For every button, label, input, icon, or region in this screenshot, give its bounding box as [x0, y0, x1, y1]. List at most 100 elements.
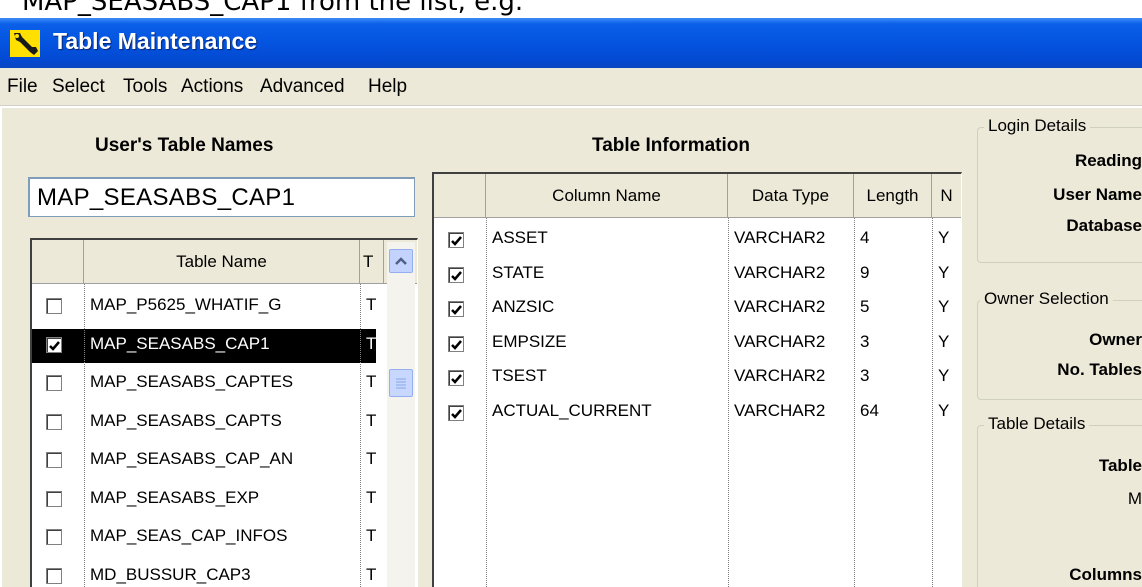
column-name-cell: TSEST [492, 366, 547, 385]
table-info-grid[interactable]: Column Name Data Type Length N ASSET VARC… [432, 172, 962, 587]
table-names-header: Table Name T [32, 240, 417, 284]
column-divider [486, 218, 487, 587]
length-cell: 64 [860, 400, 879, 420]
header-table-name[interactable]: Table Name [84, 240, 360, 284]
menu-advanced[interactable]: Advanced [260, 76, 345, 98]
table-info-header: Column Name Data Type Length N [434, 174, 961, 218]
nullable-cell: Y [938, 366, 950, 385]
row-checkbox[interactable] [448, 335, 464, 352]
data-type-cell: VARCHAR2 [734, 400, 826, 420]
table-type-cell: T [366, 526, 377, 545]
table-type-cell: T [366, 449, 377, 468]
menu-tools[interactable]: Tools [123, 76, 167, 98]
scroll-up-button[interactable] [389, 249, 413, 273]
row-checkbox[interactable] [46, 413, 62, 430]
table-value-label: M [1127, 489, 1142, 508]
column-divider [728, 218, 729, 587]
chevron-up-icon [395, 257, 407, 265]
data-type-cell: VARCHAR2 [734, 262, 826, 282]
menu-file[interactable]: File [7, 76, 38, 98]
checkmark-icon [451, 305, 462, 315]
user-tables-heading: User's Table Names [95, 135, 274, 156]
row-checkbox[interactable] [46, 298, 62, 314]
header-nullable[interactable]: N [932, 174, 961, 218]
length-cell: 3 [860, 366, 870, 385]
row-checkbox[interactable] [448, 301, 464, 317]
length-cell: 9 [860, 262, 870, 282]
title-bar[interactable]: Table Maintenance [0, 18, 1142, 68]
table-label: Table [1098, 456, 1142, 475]
reading-label: Reading [1074, 151, 1142, 170]
table-list-scrollbar[interactable] [387, 242, 415, 587]
checkmark-icon [451, 270, 462, 281]
header-check-column [32, 240, 84, 284]
data-type-cell: VARCHAR2 [734, 228, 826, 247]
column-divider [854, 218, 855, 587]
row-checkbox[interactable] [46, 336, 62, 353]
table-type-cell: T [366, 372, 377, 391]
column-divider [932, 218, 933, 587]
table-name-cell: MAP_SEASABS_CAPTS [90, 410, 282, 430]
checkmark-icon [451, 236, 462, 246]
header-type[interactable]: T [360, 240, 384, 284]
column-name-cell: STATE [492, 262, 545, 282]
row-checkbox[interactable] [46, 452, 62, 468]
table-type-cell: T [366, 564, 377, 584]
column-name-cell: EMPSIZE [492, 331, 567, 351]
table-details-group: Table Details Table M Columns [977, 414, 1142, 587]
login-details-group: Login Details Reading User Name Database [977, 116, 1142, 263]
table-name-cell: MAP_P5625_WHATIF_G [90, 295, 282, 314]
nullable-cell: Y [938, 400, 950, 420]
row-checkbox[interactable] [46, 567, 62, 584]
menu-select[interactable]: Select [52, 76, 105, 98]
menu-bar: File Select Tools Actions Advanced Help [0, 68, 1142, 106]
length-cell: 5 [860, 297, 870, 316]
grip-icon [396, 378, 406, 389]
login-details-legend: Login Details [984, 116, 1091, 136]
nullable-cell: Y [938, 228, 950, 247]
data-type-cell: VARCHAR2 [734, 366, 826, 385]
column-name-cell: ACTUAL_CURRENT [492, 400, 652, 420]
header-length[interactable]: Length [854, 174, 932, 218]
table-name-cell: MAP_SEASABS_CAPTES [90, 372, 294, 391]
row-checkbox[interactable] [448, 232, 464, 248]
row-checkbox[interactable] [448, 370, 464, 386]
row-checkbox[interactable] [448, 266, 464, 283]
length-cell: 4 [860, 228, 870, 247]
caption-text: MAP_SEASABS_CAP1 from the list, e.g. [22, 0, 524, 17]
column-divider [360, 284, 361, 587]
data-type-cell: VARCHAR2 [734, 297, 826, 316]
data-type-cell: VARCHAR2 [734, 331, 826, 351]
table-type-cell: T [366, 487, 377, 507]
window-title: Table Maintenance [53, 28, 258, 54]
columns-label: Columns [1069, 565, 1142, 584]
wrench-app-icon [10, 30, 40, 57]
header-check-column [434, 174, 486, 218]
row-checkbox[interactable] [448, 404, 464, 421]
owner-selection-group: Owner Selection Owner No. Tables [977, 289, 1142, 400]
selected-table-name-field[interactable]: MAP_SEASABS_CAP1 [28, 177, 415, 217]
checkmark-icon [451, 339, 462, 350]
no-tables-label: No. Tables [1057, 360, 1142, 379]
menu-actions[interactable]: Actions [181, 76, 243, 98]
table-name-cell: MAP_SEAS_CAP_INFOS [90, 526, 288, 545]
table-names-grid[interactable]: Table Name T MAP_P5625_WHATIF_G T MAP_SEAS… [30, 238, 418, 587]
table-name-cell: MAP_SEASABS_CAP_AN [90, 449, 294, 468]
user-name-label: User Name [1053, 185, 1142, 204]
row-checkbox[interactable] [46, 529, 62, 545]
row-checkbox[interactable] [46, 490, 62, 507]
table-name-cell: MAP_SEASABS_CAP1 [90, 333, 270, 353]
column-name-cell: ANZSIC [492, 297, 555, 316]
length-cell: 3 [860, 331, 870, 351]
menu-help[interactable]: Help [368, 76, 407, 98]
table-name-cell: MAP_SEASABS_EXP [90, 487, 260, 507]
row-checkbox[interactable] [46, 375, 62, 391]
database-label: Database [1066, 216, 1142, 235]
header-data-type[interactable]: Data Type [728, 174, 854, 218]
table-type-cell: T [366, 295, 377, 314]
table-type-cell: T [366, 333, 377, 353]
table-info-heading: Table Information [592, 135, 750, 156]
nullable-cell: Y [938, 331, 950, 351]
scroll-thumb[interactable] [389, 369, 413, 397]
header-column-name[interactable]: Column Name [486, 174, 728, 218]
